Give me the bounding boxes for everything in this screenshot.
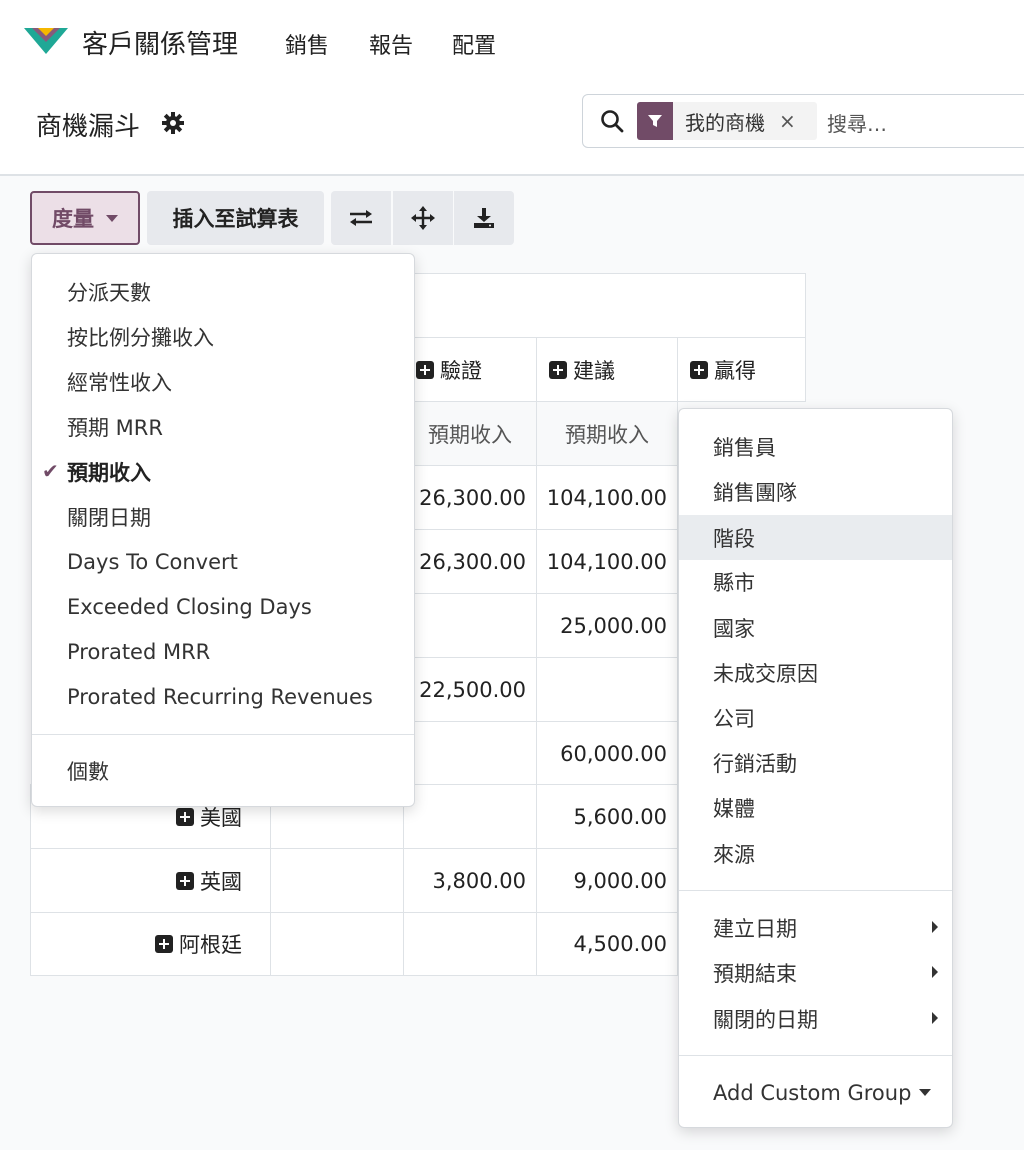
pivot-cell[interactable] (403, 784, 537, 849)
pivot-cell[interactable]: 25,000.00 (536, 593, 678, 658)
nav-item-config[interactable]: 配置 (452, 28, 496, 60)
pivot-cell[interactable] (270, 848, 404, 913)
pivot-cell[interactable]: 26,300.00 (403, 465, 537, 530)
groupby-option[interactable]: 銷售團隊 (679, 469, 952, 514)
groupby-option[interactable]: 國家 (679, 605, 952, 650)
search-icon[interactable] (599, 108, 625, 134)
pivot-cell[interactable] (403, 912, 537, 976)
caret-down-icon (106, 214, 118, 222)
dropdown-divider (679, 1055, 952, 1056)
nav-item-reports[interactable]: 報告 (369, 28, 413, 60)
measure-option[interactable]: Exceeded Closing Days (32, 584, 414, 629)
pivot-cell[interactable]: 9,000.00 (536, 848, 678, 913)
measure-option[interactable]: Prorated Recurring Revenues (32, 674, 414, 719)
pivot-cell[interactable] (270, 912, 404, 976)
pivot-cell[interactable]: 3,800.00 (403, 848, 537, 913)
pivot-row-header[interactable]: 阿根廷 (30, 912, 271, 976)
checkmark-icon: ✔ (42, 459, 59, 483)
download-button[interactable] (454, 191, 514, 245)
caret-down-icon (919, 1089, 932, 1096)
gear-icon[interactable] (161, 111, 185, 135)
pivot-measure-header[interactable]: 預期收入 (536, 401, 678, 466)
pivot-cell[interactable] (403, 593, 537, 658)
caret-right-icon (932, 966, 938, 978)
groupby-option[interactable]: 未成交原因 (679, 650, 952, 695)
pivot-total-header[interactable] (404, 273, 806, 338)
search-bar[interactable]: 我的商機 × 搜尋… (582, 94, 1024, 148)
flip-axis-button[interactable] (331, 191, 391, 245)
pivot-cell[interactable]: 104,100.00 (536, 465, 678, 530)
pivot-row-header[interactable]: 英國 (30, 848, 271, 913)
search-facet: 我的商機 × (637, 102, 817, 140)
measure-option[interactable]: 按比例分攤收入 (32, 314, 414, 359)
facet-remove-icon[interactable]: × (779, 109, 796, 133)
dropdown-divider (32, 734, 414, 735)
control-panel: 商機漏斗 我的商機 × 搜尋… (0, 84, 1024, 176)
nav-item-sales[interactable]: 銷售 (285, 28, 329, 60)
crm-logo-icon[interactable] (24, 26, 68, 56)
dropdown-divider (679, 890, 952, 891)
plus-square-icon (155, 935, 173, 953)
groupby-date-option[interactable]: 關閉的日期 (679, 996, 952, 1041)
groupby-date-option[interactable]: 建立日期 (679, 905, 952, 950)
measure-option-selected[interactable]: ✔ 預期收入 (32, 449, 414, 494)
pivot-cell[interactable]: 26,300.00 (403, 529, 537, 594)
caret-right-icon (932, 1012, 938, 1024)
groupby-option[interactable]: 公司 (679, 695, 952, 740)
groupby-option[interactable]: 縣市 (679, 559, 952, 604)
measure-option-count[interactable]: 個數 (32, 748, 414, 793)
download-icon (474, 208, 494, 228)
groupby-option[interactable]: 來源 (679, 831, 952, 876)
search-input[interactable]: 搜尋… (827, 108, 887, 137)
measures-button[interactable]: 度量 (30, 191, 140, 245)
filter-icon (637, 102, 673, 140)
top-navbar: 客戶關係管理 銷售 報告 配置 (0, 0, 1024, 84)
pivot-col-header[interactable]: 驗證 (403, 337, 537, 402)
measure-option[interactable]: 經常性收入 (32, 359, 414, 404)
page-title: 商機漏斗 (36, 112, 141, 142)
pivot-cell[interactable] (403, 721, 537, 786)
pivot-measure-header[interactable]: 預期收入 (403, 401, 537, 466)
plus-square-icon (176, 807, 194, 826)
groupby-option-hovered[interactable]: 階段 (679, 515, 952, 560)
measure-option[interactable]: 分派天數 (32, 269, 414, 314)
groupby-option[interactable]: 行銷活動 (679, 740, 952, 785)
plus-square-icon (549, 360, 567, 379)
measure-option[interactable]: Days To Convert (32, 539, 414, 584)
add-custom-group-select[interactable]: Add Custom Group (679, 1070, 952, 1115)
groupby-date-option[interactable]: 預期結束 (679, 950, 952, 995)
pivot-cell[interactable] (536, 657, 678, 722)
expand-all-button[interactable] (393, 191, 453, 245)
pivot-cell[interactable]: 104,100.00 (536, 529, 678, 594)
plus-square-icon (690, 360, 708, 379)
groupby-option[interactable]: 媒體 (679, 785, 952, 830)
expand-arrows-icon (411, 206, 435, 230)
measures-dropdown: 分派天數 按比例分攤收入 經常性收入 預期 MRR ✔ 預期收入 關閉日期 Da… (31, 253, 415, 807)
pivot-cell[interactable]: 22,500.00 (403, 657, 537, 722)
pivot-cell[interactable]: 5,600.00 (536, 784, 678, 849)
insert-in-spreadsheet-button[interactable]: 插入至試算表 (147, 191, 324, 245)
pivot-cell[interactable]: 60,000.00 (536, 721, 678, 786)
flip-axis-icon (350, 210, 372, 226)
facet-label: 我的商機 (685, 110, 765, 135)
app-name[interactable]: 客戶關係管理 (82, 24, 238, 61)
pivot-col-header[interactable]: 建議 (536, 337, 678, 402)
measure-option[interactable]: Prorated MRR (32, 629, 414, 674)
groupby-dropdown: 銷售員 銷售團隊 階段 縣市 國家 未成交原因 公司 行銷活動 媒體 來源 建立… (678, 408, 953, 1128)
caret-right-icon (932, 921, 938, 933)
groupby-option[interactable]: 銷售員 (679, 424, 952, 469)
measures-label: 度量 (52, 207, 94, 231)
plus-square-icon (176, 871, 194, 890)
pivot-cell[interactable]: 4,500.00 (536, 912, 678, 976)
pivot-col-header[interactable]: 贏得 (677, 337, 806, 402)
plus-square-icon (416, 360, 434, 379)
measure-option[interactable]: 預期 MRR (32, 404, 414, 449)
measure-option[interactable]: 關閉日期 (32, 494, 414, 539)
